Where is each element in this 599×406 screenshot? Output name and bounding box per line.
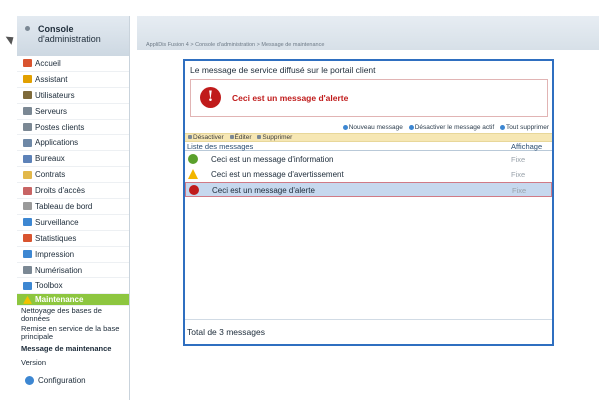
wand-icon xyxy=(23,75,32,84)
warning-icon xyxy=(188,169,198,179)
breadcrumb: AppliDis Fusion 4 > Console d'administra… xyxy=(146,42,325,48)
sidebar: Console d'administration Accueil Assista… xyxy=(17,16,130,400)
sidebar-item-numerisation[interactable]: Numérisation xyxy=(17,263,129,279)
access-rights-icon xyxy=(23,186,32,195)
subitem-nettoyage[interactable]: Nettoyage des bases de données xyxy=(17,306,129,324)
monitoring-icon xyxy=(23,218,32,227)
clients-icon xyxy=(23,123,32,131)
edit-button[interactable]: Éditer xyxy=(229,134,252,141)
table-row[interactable]: Ceci est un message d'avertissement Fixe xyxy=(185,167,552,182)
sidebar-item-serveurs[interactable]: Serveurs xyxy=(17,104,129,120)
info-icon xyxy=(188,154,198,164)
delete-button[interactable]: Supprimer xyxy=(257,134,292,141)
alert-icon: ! xyxy=(200,87,221,108)
table-row[interactable]: Ceci est un message d'information Fixe xyxy=(185,152,552,167)
alert-preview: ! Ceci est un message d'alerte xyxy=(190,79,548,117)
sidebar-item-applications[interactable]: Applications xyxy=(17,135,129,152)
deactivate-active-message-button[interactable]: Désactiver le message actif xyxy=(408,124,494,131)
row-message: Ceci est un message d'avertissement xyxy=(211,170,344,179)
panel-title: Le message de service diffusé sur le por… xyxy=(190,65,376,75)
delete-all-button[interactable]: Tout supprimer xyxy=(500,124,549,131)
sidebar-item-maintenance[interactable]: Maintenance xyxy=(17,294,129,307)
contracts-icon xyxy=(23,170,32,179)
printer-icon xyxy=(23,250,32,259)
users-icon xyxy=(23,91,32,100)
left-strip xyxy=(0,0,17,406)
sidebar-item-configuration[interactable]: Configuration xyxy=(17,372,129,388)
row-status: Fixe xyxy=(511,155,526,164)
row-status: Fixe xyxy=(511,170,526,179)
delete-all-icon xyxy=(500,124,505,130)
bullet-icon xyxy=(25,26,30,31)
sidebar-item-assistant[interactable]: Assistant xyxy=(17,72,129,88)
deactivate-button[interactable]: Désactiver xyxy=(188,134,224,141)
delete-icon xyxy=(257,135,262,140)
mouse-cursor-icon xyxy=(5,33,17,45)
row-message: Ceci est un message d'alerte xyxy=(212,186,315,195)
list-header-display: Affichage xyxy=(511,142,543,151)
message-count: Total de 3 messages xyxy=(185,319,552,344)
sidebar-header: Console d'administration xyxy=(17,16,129,56)
sidebar-item-impression[interactable]: Impression xyxy=(17,247,129,263)
row-message: Ceci est un message d'information xyxy=(211,155,334,164)
list-header-title: Liste des messages xyxy=(187,142,254,151)
sidebar-title: Console xyxy=(38,24,74,34)
subitem-message-maintenance[interactable]: Message de maintenance xyxy=(17,342,129,356)
panel-toolbar: Nouveau message Désactiver le message ac… xyxy=(339,124,549,131)
sidebar-item-utilisateurs[interactable]: Utilisateurs xyxy=(17,88,129,104)
sidebar-item-tableau-de-bord[interactable]: Tableau de bord xyxy=(17,199,129,215)
sidebar-item-bureaux[interactable]: Bureaux xyxy=(17,151,129,168)
desktops-icon xyxy=(23,154,32,163)
sidebar-item-surveillance[interactable]: Surveillance xyxy=(17,215,129,231)
home-icon xyxy=(23,59,32,68)
toolbox-icon xyxy=(23,281,32,290)
add-icon xyxy=(342,124,348,130)
sidebar-item-statistiques[interactable]: Statistiques xyxy=(17,231,129,247)
alert-small-icon xyxy=(189,185,199,195)
servers-icon xyxy=(23,107,32,116)
subitem-version[interactable]: Version xyxy=(17,356,129,370)
deactivate-small-icon xyxy=(188,135,192,140)
warning-icon xyxy=(23,295,32,304)
table-row-selected[interactable]: Ceci est un message d'alerte Fixe xyxy=(185,182,552,197)
sidebar-item-toolbox[interactable]: Toolbox xyxy=(17,278,129,295)
row-status: Fixe xyxy=(512,186,527,195)
sidebar-item-droits-acces[interactable]: Droits d'accès xyxy=(17,183,129,200)
message-panel: Le message de service diffusé sur le por… xyxy=(183,59,554,346)
sidebar-item-contrats[interactable]: Contrats xyxy=(17,167,129,184)
sidebar-item-accueil[interactable]: Accueil xyxy=(17,56,129,72)
alert-preview-text: Ceci est un message d'alerte xyxy=(232,93,349,103)
statistics-icon xyxy=(23,234,32,243)
deactivate-icon xyxy=(408,124,414,130)
subitem-remise-en-service[interactable]: Remise en service de la base principale xyxy=(17,324,129,342)
action-bar: Désactiver Éditer Supprimer xyxy=(185,133,552,142)
message-list-header: Liste des messages Affichage xyxy=(185,142,552,151)
applications-icon xyxy=(23,138,32,147)
scanner-icon xyxy=(23,266,32,275)
sidebar-item-postes-clients[interactable]: Postes clients xyxy=(17,120,129,136)
sidebar-nav: Accueil Assistant Utilisateurs Serveurs … xyxy=(17,56,129,307)
edit-icon xyxy=(229,135,234,140)
dashboard-icon xyxy=(23,202,32,211)
sidebar-subtitle: d'administration xyxy=(38,34,101,44)
gear-icon xyxy=(25,375,34,385)
new-message-button[interactable]: Nouveau message xyxy=(342,124,403,131)
